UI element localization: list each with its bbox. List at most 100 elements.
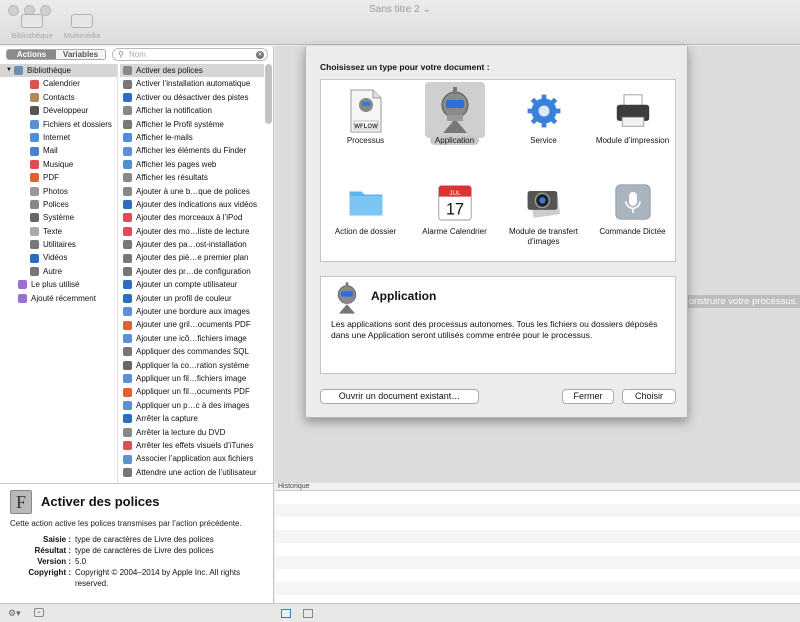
close-button[interactable]: Fermer	[562, 389, 614, 404]
search-field[interactable]: ⚲ Nom ✕	[112, 48, 268, 61]
action-label: Afficher les pages web	[136, 159, 217, 169]
toggle-description-icon[interactable]: ⌄	[34, 608, 44, 617]
action-icon	[123, 293, 132, 303]
action-item[interactable]: Afficher la notification	[120, 104, 264, 117]
sidebar-item-category[interactable]: Utilitaires	[0, 238, 117, 251]
automator-robot-icon	[425, 82, 485, 138]
action-label: Activer des polices	[136, 66, 203, 75]
column-view-icon[interactable]	[303, 609, 313, 618]
sidebar-item-category[interactable]: Développeur	[0, 104, 117, 117]
type-transfert-images[interactable]: Module de transfert d’images	[499, 171, 588, 262]
sidebar-item-category[interactable]: Autre	[0, 265, 117, 278]
media-toolbar-button[interactable]: Multimédia	[60, 14, 104, 40]
sidebar-item-category[interactable]: Photos	[0, 185, 117, 198]
gear-menu-icon[interactable]: ⚙▾	[8, 608, 21, 619]
type-processus[interactable]: WFLOW Processus	[321, 80, 410, 171]
window-title[interactable]: Sans titre 2 ⌄	[0, 4, 800, 15]
category-icon	[30, 226, 39, 236]
action-icon	[123, 213, 132, 223]
action-item[interactable]: Ajouter des pr…de configuration	[120, 265, 264, 278]
type-action-dossier[interactable]: Action de dossier	[321, 171, 410, 262]
action-item[interactable]: Ajouter des indications aux vidéos	[120, 198, 264, 211]
sidebar-item-category[interactable]: Polices	[0, 198, 117, 211]
action-item[interactable]: Ajouter des piè…e premier plan	[120, 251, 264, 264]
action-item[interactable]: Associer l’application aux fichiers	[120, 452, 264, 465]
action-item[interactable]: Appliquer un fil…ocuments PDF	[120, 385, 264, 398]
action-item[interactable]: Activer ou désactiver des pistes	[120, 91, 264, 104]
sidebar-item-category[interactable]: Fichiers et dossiers	[0, 118, 117, 131]
history-header[interactable]: Historique	[275, 483, 800, 491]
sidebar-item-category[interactable]: Contacts	[0, 91, 117, 104]
action-icon	[123, 467, 132, 477]
action-item[interactable]: Afficher le Profil système	[120, 118, 264, 131]
action-item[interactable]: Ajouter des morceaux à l’iPod	[120, 211, 264, 224]
action-icon	[123, 400, 132, 410]
type-module-impression[interactable]: Module d’impression	[588, 80, 677, 171]
action-item[interactable]: Ajouter un compte utilisateur	[120, 278, 264, 291]
result-label: Résultat :	[34, 546, 71, 555]
action-item[interactable]: Ajouter des pa…ost-installation	[120, 238, 264, 251]
row-label: Ajouté récemment	[31, 293, 96, 303]
action-label: Appliquer un fil…ocuments PDF	[136, 387, 250, 397]
action-icon	[123, 427, 132, 437]
action-item[interactable]: Ajouter un profil de couleur	[120, 292, 264, 305]
sidebar-item-category[interactable]: Système	[0, 211, 117, 224]
action-description: F Activer des polices Cette action activ…	[0, 483, 274, 603]
action-label: Ajouter des mo…liste de lecture	[136, 226, 250, 236]
action-item[interactable]: Afficher le-mails	[120, 131, 264, 144]
library-root[interactable]: ▼ Bibliothèque	[0, 64, 117, 78]
action-item[interactable]: Ajouter à une b…que de polices	[120, 185, 264, 198]
action-label: Ajouter des pa…ost-installation	[136, 240, 247, 250]
choose-button[interactable]: Choisir	[622, 389, 676, 404]
type-application[interactable]: Application	[410, 80, 499, 171]
sidebar-item-category[interactable]: Internet	[0, 131, 117, 144]
action-item[interactable]: Appliquer des commandes SQL	[120, 345, 264, 358]
sidebar-item-category[interactable]: Mail	[0, 144, 117, 157]
library-toolbar-button[interactable]: Bibliothèque	[10, 14, 54, 40]
library-icon	[13, 66, 23, 76]
list-view-icon[interactable]	[281, 609, 291, 618]
tab-variables[interactable]: Variables	[56, 50, 105, 59]
type-alarme-calendrier[interactable]: JUL 17 Alarme Calendrier	[410, 171, 499, 262]
action-item[interactable]: Attendre une action de l’utilisateur	[120, 466, 264, 479]
action-item[interactable]: Arrêter la capture	[120, 412, 264, 425]
action-icon	[123, 320, 132, 330]
sidebar-item-category[interactable]: Texte	[0, 225, 117, 238]
sidebar-item-category[interactable]: Vidéos	[0, 251, 117, 264]
action-item[interactable]: Ajouter des mo…liste de lecture	[120, 225, 264, 238]
action-item[interactable]: Appliquer un p…c à des images	[120, 399, 264, 412]
sidebar-item-category[interactable]: Calendrier	[0, 77, 117, 90]
sidebar-item-category[interactable]: PDF	[0, 171, 117, 184]
action-item[interactable]: Afficher les résultats	[120, 171, 264, 184]
sidebar-item-category[interactable]: Musique	[0, 158, 117, 171]
action-item[interactable]: Ajouter une bordure aux images	[120, 305, 264, 318]
action-label: Afficher les résultats	[136, 173, 208, 183]
disclosure-triangle-icon[interactable]: ▼	[6, 64, 12, 77]
category-icon	[30, 133, 39, 143]
sidebar-item-smart-group[interactable]: Ajouté récemment	[0, 292, 117, 305]
action-item[interactable]: Ajouter une icô…fichiers image	[120, 332, 264, 345]
action-item[interactable]: Arrêter les effets visuels d’iTunes	[120, 439, 264, 452]
type-description-box: Application Les applications sont des pr…	[320, 276, 676, 374]
action-item[interactable]: Appliquer la co…ration système	[120, 359, 264, 372]
type-commande-dictee[interactable]: Commande Dictée	[588, 171, 677, 262]
clear-search-icon[interactable]: ✕	[256, 51, 264, 59]
action-item[interactable]: Afficher les éléments du Finder	[120, 144, 264, 157]
open-existing-button[interactable]: Ouvrir un document existant…	[320, 389, 479, 404]
type-service[interactable]: Service	[499, 80, 588, 171]
sidebar-item-smart-group[interactable]: Le plus utilisé	[0, 278, 117, 291]
action-item[interactable]: Appliquer un fil…fichiers image	[120, 372, 264, 385]
library-segmented-control: Actions Variables	[6, 49, 106, 60]
action-item[interactable]: Afficher les pages web	[120, 158, 264, 171]
action-icon	[123, 387, 132, 397]
action-item[interactable]: Arrêter la lecture du DVD	[120, 426, 264, 439]
row-label: Développeur	[43, 106, 89, 116]
action-icon	[123, 441, 132, 451]
action-item[interactable]: Activer des polices	[120, 64, 264, 78]
action-icon	[123, 374, 132, 384]
action-item[interactable]: Activer l’installation automatique	[120, 77, 264, 90]
action-item[interactable]: Ajouter une gril…ocuments PDF	[120, 318, 264, 331]
actions-scrollbar[interactable]	[265, 64, 272, 124]
search-input[interactable]: Nom	[129, 50, 146, 59]
tab-actions[interactable]: Actions	[7, 50, 56, 59]
